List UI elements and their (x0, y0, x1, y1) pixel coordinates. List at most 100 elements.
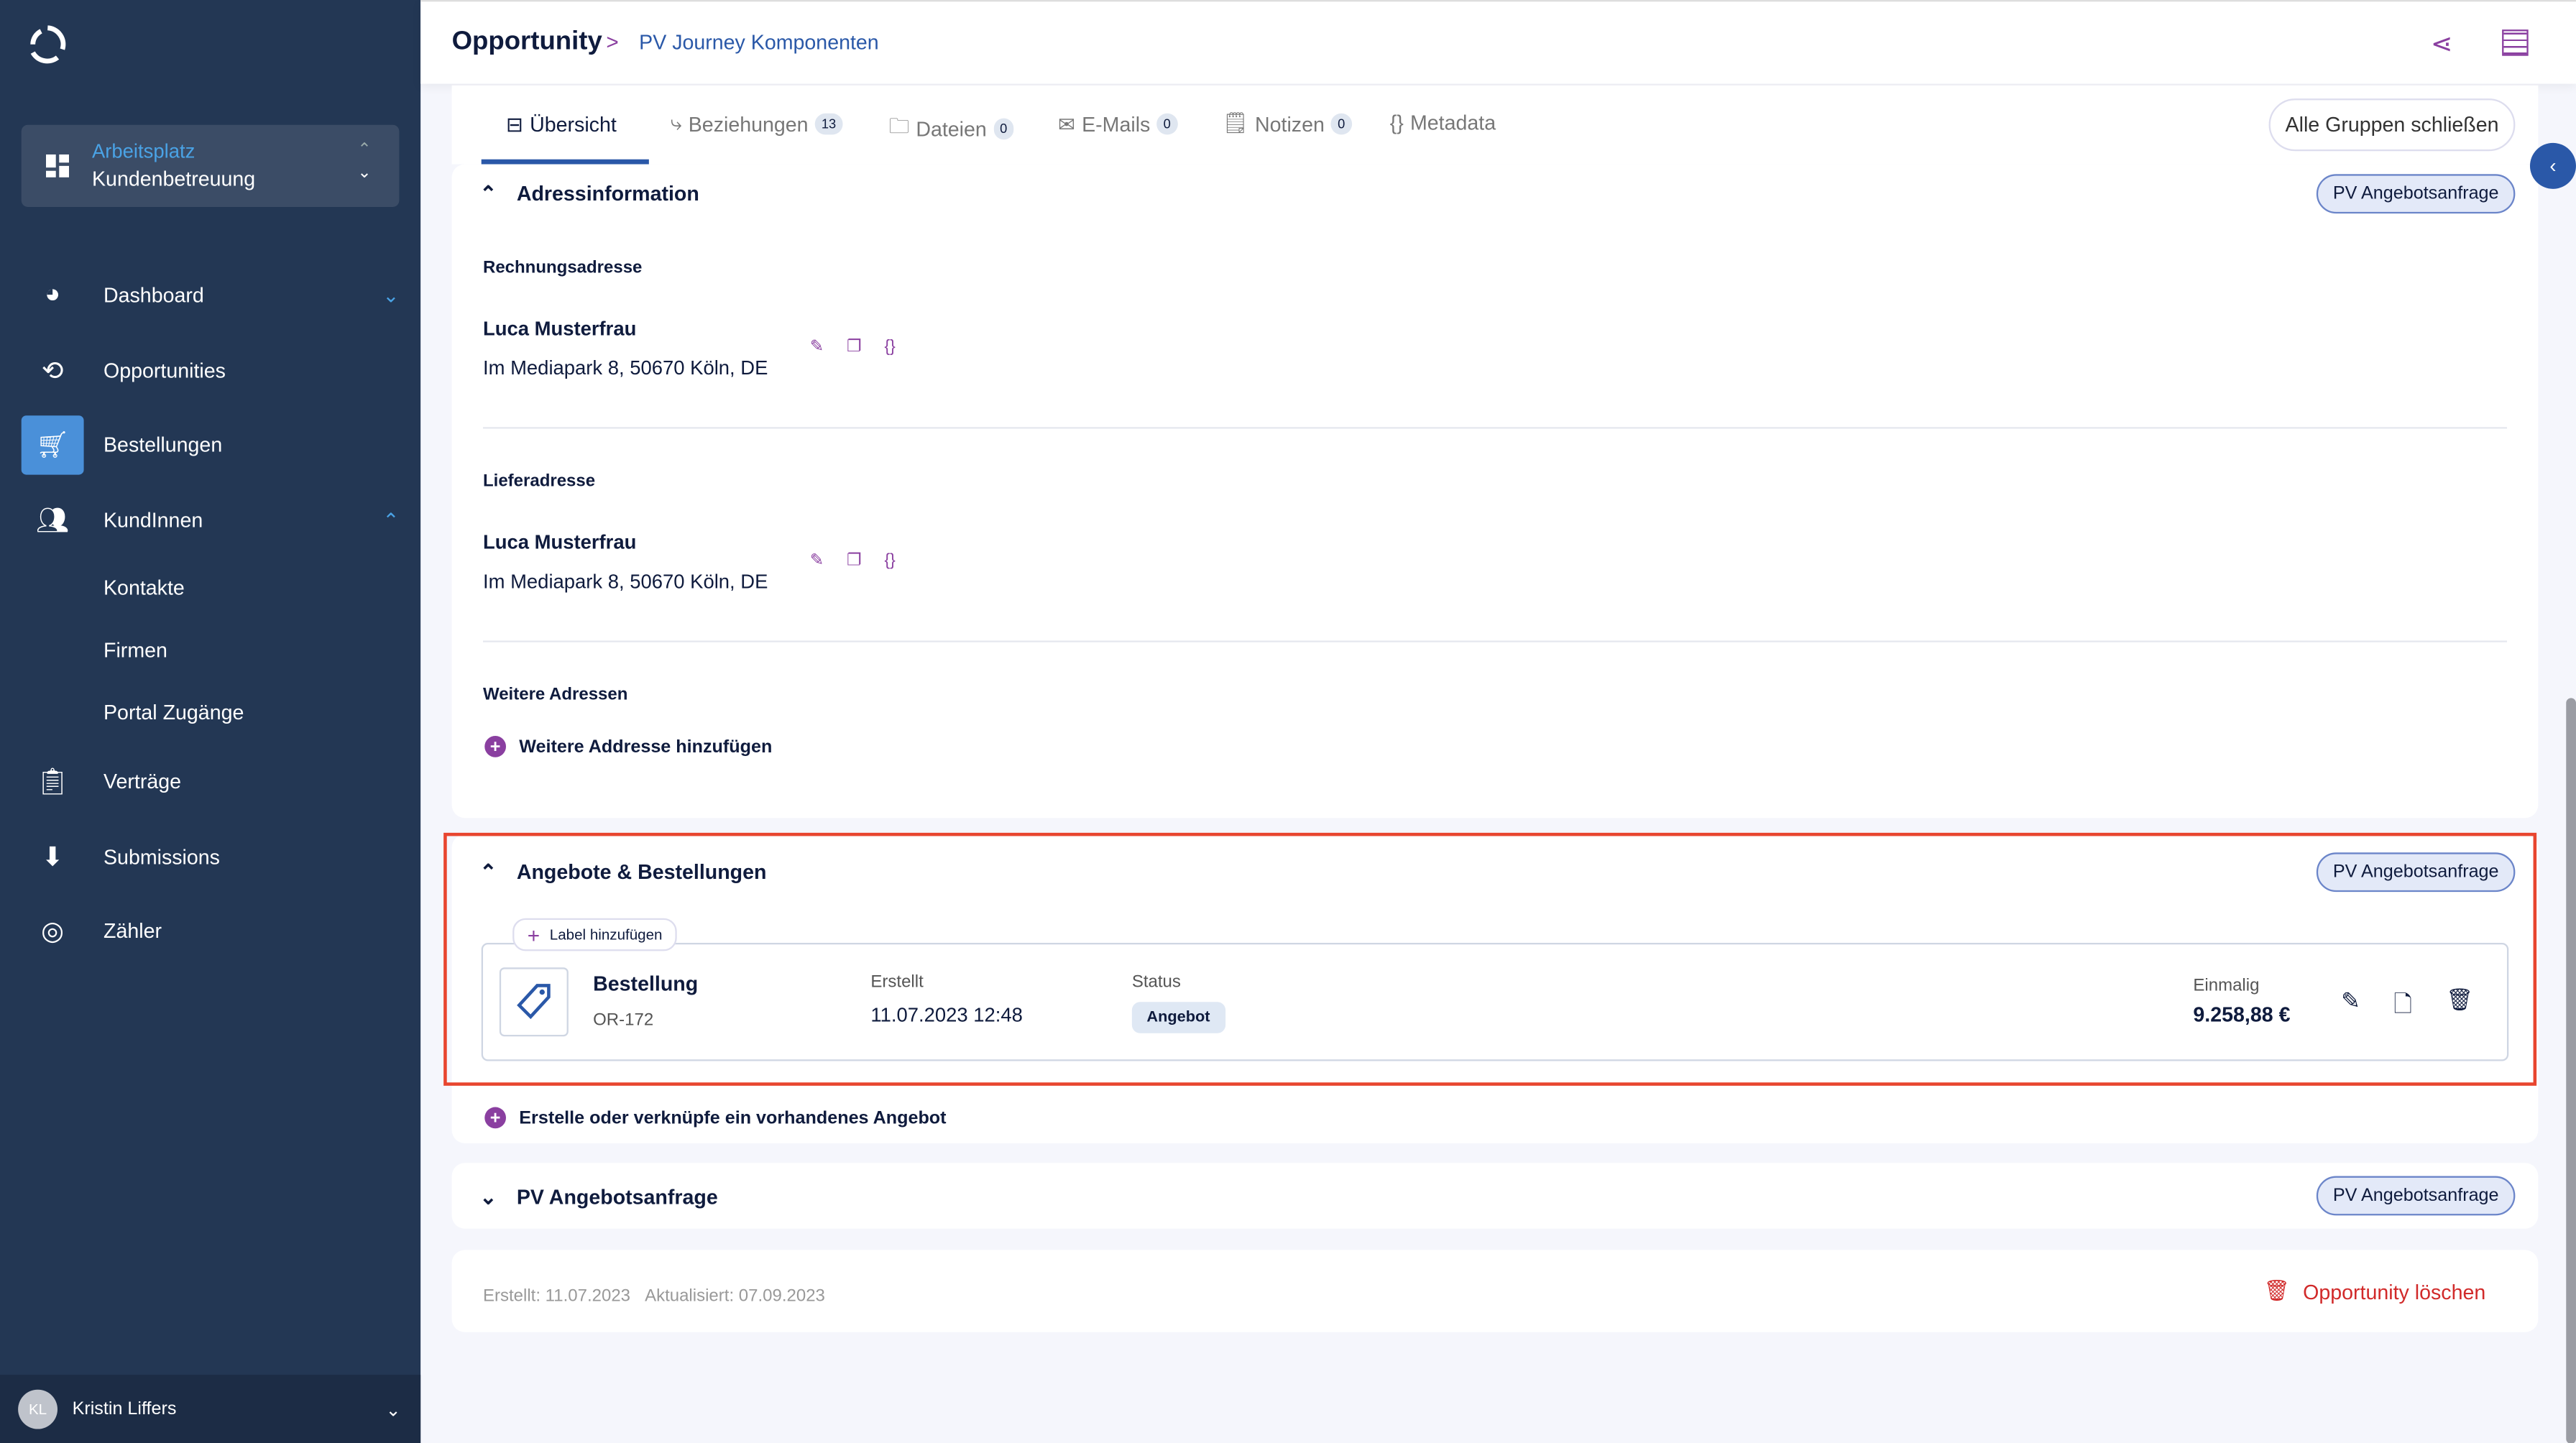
create-offer-link[interactable]: + Erstelle oder verknüpfe ein vorhandenes… (484, 1107, 947, 1129)
pie-chart-icon: ◕ (45, 280, 61, 309)
delivery-actions: ✎ ❐ {} (810, 552, 896, 570)
created-date: Erstellt: 11.07.2023 (482, 1286, 631, 1306)
delivery-name: Luca Musterfrau (482, 530, 637, 554)
header: Opportunity > PV Journey Komponenten ⋖ (420, 0, 2576, 84)
link-label: Weitere Addresse hinzufügen (519, 737, 773, 757)
tab-label: Übersicht (530, 112, 617, 136)
sidebar-item-dashboard[interactable]: ◕ Dashboard ⌄ (0, 264, 420, 327)
address-section-header[interactable]: ⌃ Adressinformation (479, 180, 699, 206)
braces-icon: {} (1389, 111, 1404, 135)
sidebar-item-label: Submissions (103, 846, 220, 870)
cart-icon: 🛒︎ (21, 415, 84, 475)
active-tab-indicator (481, 159, 649, 165)
workspace-value: Kundenbetreuung (91, 167, 256, 191)
code-icon[interactable]: {} (885, 338, 896, 356)
plus-circle-icon: + (484, 735, 506, 757)
chevron-up-icon: ⌃ (479, 182, 497, 206)
user-name: Kristin Liffers (72, 1399, 177, 1419)
group-pill[interactable]: PV Angebotsanfrage (2317, 174, 2516, 214)
chevron-down-icon: ⌄ (382, 284, 400, 308)
chevron-down-icon: ⌄ (357, 164, 372, 183)
sidebar-item-submissions[interactable]: ⬇︎ Submissions (0, 826, 420, 889)
overview-icon: ⊟ (505, 113, 523, 137)
sidebar-item-label: KundInnen (103, 509, 203, 533)
updated-date: Aktualisiert: 07.09.2023 (645, 1286, 825, 1306)
close-all-groups-button[interactable]: Alle Gruppen schließen (2268, 98, 2516, 152)
tab-beziehungen[interactable]: ⤷ Beziehungen 13 (671, 111, 843, 136)
tab-label: E-Mails (1082, 112, 1151, 136)
tab-notizen[interactable]: 🗒 Notizen 0 (1223, 111, 1352, 136)
note-icon: 🗒 (1222, 111, 1248, 135)
count-badge: 0 (993, 118, 1014, 140)
tab-dateien[interactable]: 🗀 Dateien 0 (889, 111, 1014, 146)
delivery-label: Lieferadresse (482, 471, 596, 492)
sidebar-item-vertraege[interactable]: 📋︎ Verträge (0, 751, 420, 813)
tab-bar: ⊟ Übersicht ⤷ Beziehungen 13 🗀 Dateien 0 ✉ E-M… (451, 85, 2539, 165)
user-menu[interactable]: KL Kristin Liffers ⌄ (0, 1375, 421, 1443)
delete-opportunity-button[interactable]: 🗑 Opportunity löschen (2264, 1280, 2486, 1304)
breadcrumb-separator-icon: > (606, 29, 619, 55)
mail-icon: ✉ (1057, 113, 1075, 137)
sidebar-subitem-kontakte[interactable]: Kontakte (104, 576, 185, 599)
count-badge: 0 (1331, 113, 1352, 135)
sidebar-item-label: Bestellungen (103, 433, 223, 457)
section-title: Adressinformation (516, 181, 699, 205)
sidebar-subitem-firmen[interactable]: Firmen (104, 639, 167, 662)
billing-address: Im Mediapark 8, 50670 Köln, DE (482, 356, 768, 379)
pv-section: ⌄ PV Angebotsanfrage PV Angebotsanfrage (451, 1163, 2539, 1229)
delivery-address: Im Mediapark 8, 50670 Köln, DE (482, 570, 768, 594)
footer-card: Erstellt: 11.07.2023 Aktualisiert: 07.09… (451, 1250, 2539, 1332)
plus-circle-icon: + (484, 1107, 506, 1129)
collapse-panel-button[interactable]: ‹ (2529, 142, 2576, 189)
chevron-up-icon: ⌃ (382, 509, 400, 533)
add-address-link[interactable]: + Weitere Addresse hinzufügen (484, 735, 773, 757)
highlight-box (443, 832, 2537, 1086)
sidebar-subitem-portal[interactable]: Portal Zugänge (104, 701, 244, 724)
tab-uebersicht[interactable]: ⊟ Übersicht (505, 111, 617, 137)
edit-icon[interactable]: ✎ (810, 552, 824, 570)
dashboard-grid-icon (45, 154, 69, 178)
tab-metadata[interactable]: {} Metadata (1390, 111, 1496, 134)
inbox-icon: ⬇︎ (41, 844, 64, 872)
section-title: PV Angebotsanfrage (516, 1185, 718, 1209)
scrollbar[interactable] (2566, 698, 2576, 1443)
billing-label: Rechnungsadresse (482, 257, 643, 278)
billing-actions: ✎ ❐ {} (810, 338, 896, 356)
tab-label: Dateien (916, 117, 987, 141)
sidebar: Arbeitsplatz Kundenbetreuung ⌃ ⌄ ◕ Dashbo… (0, 0, 421, 1443)
sidebar-item-zaehler[interactable]: ◎ Zähler (0, 900, 420, 963)
grid-view-icon[interactable] (2502, 29, 2529, 56)
sidebar-item-label: Opportunities (103, 359, 226, 383)
count-badge: 0 (1156, 113, 1177, 135)
breadcrumb-root[interactable]: Opportunity (452, 28, 602, 57)
workspace-label: Arbeitsplatz (91, 139, 196, 163)
chevron-down-icon: ⌄ (385, 1400, 401, 1420)
copy-icon[interactable]: ❐ (847, 552, 861, 570)
tab-emails[interactable]: ✉ E-Mails 0 (1057, 111, 1177, 137)
chevron-up-icon: ⌃ (357, 141, 372, 160)
divider (482, 640, 2507, 642)
sidebar-item-label: Dashboard (103, 284, 204, 308)
button-label: Label hinzufügen (549, 926, 663, 943)
link-label: Erstelle oder verknüpfe ein vorhandenes … (519, 1107, 947, 1128)
address-section: ⌃ Adressinformation PV Angebotsanfrage Re… (451, 164, 2539, 819)
sidebar-item-bestellungen[interactable]: 🛒︎ Bestellungen (0, 414, 420, 476)
workspace-selector[interactable]: Arbeitsplatz Kundenbetreuung ⌃ ⌄ (21, 124, 400, 207)
tab-label: Beziehungen (688, 112, 809, 136)
refresh-icon: ⟲ (41, 358, 64, 387)
code-icon[interactable]: {} (885, 552, 896, 570)
tab-label: Notizen (1254, 112, 1325, 136)
sidebar-item-kundinnen[interactable]: 👥︎ KundInnen ⌃ (0, 489, 420, 552)
copy-icon[interactable]: ❐ (847, 338, 861, 356)
pv-section-header[interactable]: ⌄ PV Angebotsanfrage (479, 1184, 717, 1209)
add-label-button[interactable]: + Label hinzufügen (512, 918, 678, 951)
sidebar-item-opportunities[interactable]: ⟲ Opportunities (0, 340, 420, 402)
share-icon[interactable]: ⋖ (2431, 28, 2453, 61)
folder-icon: 🗀 (888, 114, 910, 138)
trash-icon: 🗑 (2263, 1279, 2290, 1303)
more-addresses-label: Weitere Adressen (482, 685, 628, 705)
edit-icon[interactable]: ✎ (810, 338, 824, 356)
group-pill[interactable]: PV Angebotsanfrage (2317, 1176, 2516, 1216)
button-label: Opportunity löschen (2303, 1280, 2486, 1304)
tab-label: Metadata (1409, 111, 1496, 135)
